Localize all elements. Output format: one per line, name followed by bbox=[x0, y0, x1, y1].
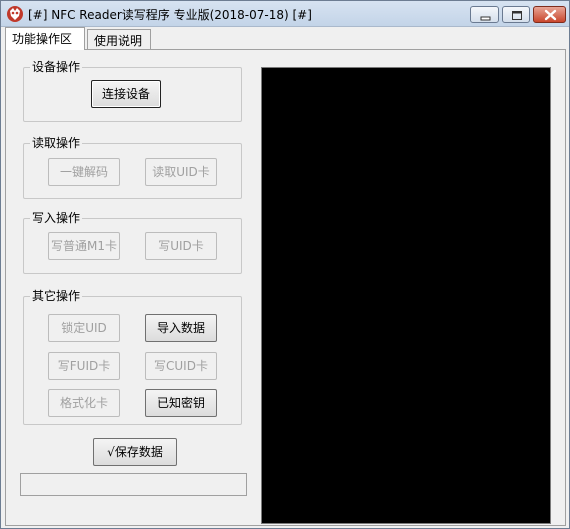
other-group: 其它操作 锁定UID 导入数据 写FUID卡 写CUID卡 格式化卡 已知密钥 bbox=[23, 289, 242, 425]
nfc-app-icon[interactable] bbox=[6, 5, 24, 23]
save-data-button[interactable]: √保存数据 bbox=[93, 438, 177, 466]
app-window: [#] NFC Reader读写程序 专业版(2018-07-18) [#] 功… bbox=[0, 0, 570, 529]
function-panel: 设备操作 连接设备 读取操作 一键解码 读取UID卡 写入操作 写普通M1卡 写… bbox=[5, 49, 566, 526]
other-group-label: 其它操作 bbox=[30, 289, 83, 303]
read-group-label: 读取操作 bbox=[30, 136, 83, 150]
title-bar[interactable]: [#] NFC Reader读写程序 专业版(2018-07-18) [#] bbox=[1, 1, 569, 27]
lock-uid-button[interactable]: 锁定UID bbox=[48, 314, 120, 342]
read-uid-card-button[interactable]: 读取UID卡 bbox=[145, 158, 217, 186]
window-title: [#] NFC Reader读写程序 专业版(2018-07-18) [#] bbox=[28, 8, 312, 22]
status-box bbox=[20, 473, 247, 496]
format-card-button[interactable]: 格式化卡 bbox=[48, 389, 120, 417]
write-group-label: 写入操作 bbox=[30, 211, 83, 225]
maximize-icon bbox=[512, 11, 522, 20]
output-console[interactable] bbox=[261, 67, 551, 524]
read-group: 读取操作 一键解码 读取UID卡 bbox=[23, 136, 242, 199]
write-cuid-card-button[interactable]: 写CUID卡 bbox=[145, 352, 217, 380]
write-fuid-card-button[interactable]: 写FUID卡 bbox=[48, 352, 120, 380]
write-group: 写入操作 写普通M1卡 写UID卡 bbox=[23, 211, 242, 274]
connect-device-button[interactable]: 连接设备 bbox=[91, 80, 161, 108]
minimize-icon bbox=[480, 16, 491, 21]
one-click-decode-button[interactable]: 一键解码 bbox=[48, 158, 120, 186]
write-uid-card-button[interactable]: 写UID卡 bbox=[145, 232, 217, 260]
device-group-label: 设备操作 bbox=[30, 60, 83, 74]
maximize-button[interactable] bbox=[502, 6, 530, 23]
device-group: 设备操作 连接设备 bbox=[23, 60, 242, 122]
tab-function-area[interactable]: 功能操作区 bbox=[5, 27, 85, 50]
tab-instructions[interactable]: 使用说明 bbox=[87, 29, 151, 49]
close-icon bbox=[544, 9, 557, 21]
write-m1-card-button[interactable]: 写普通M1卡 bbox=[48, 232, 120, 260]
import-data-button[interactable]: 导入数据 bbox=[145, 314, 217, 342]
close-button[interactable] bbox=[533, 6, 566, 23]
minimize-button[interactable] bbox=[470, 6, 499, 23]
known-keys-button[interactable]: 已知密钥 bbox=[145, 389, 217, 417]
